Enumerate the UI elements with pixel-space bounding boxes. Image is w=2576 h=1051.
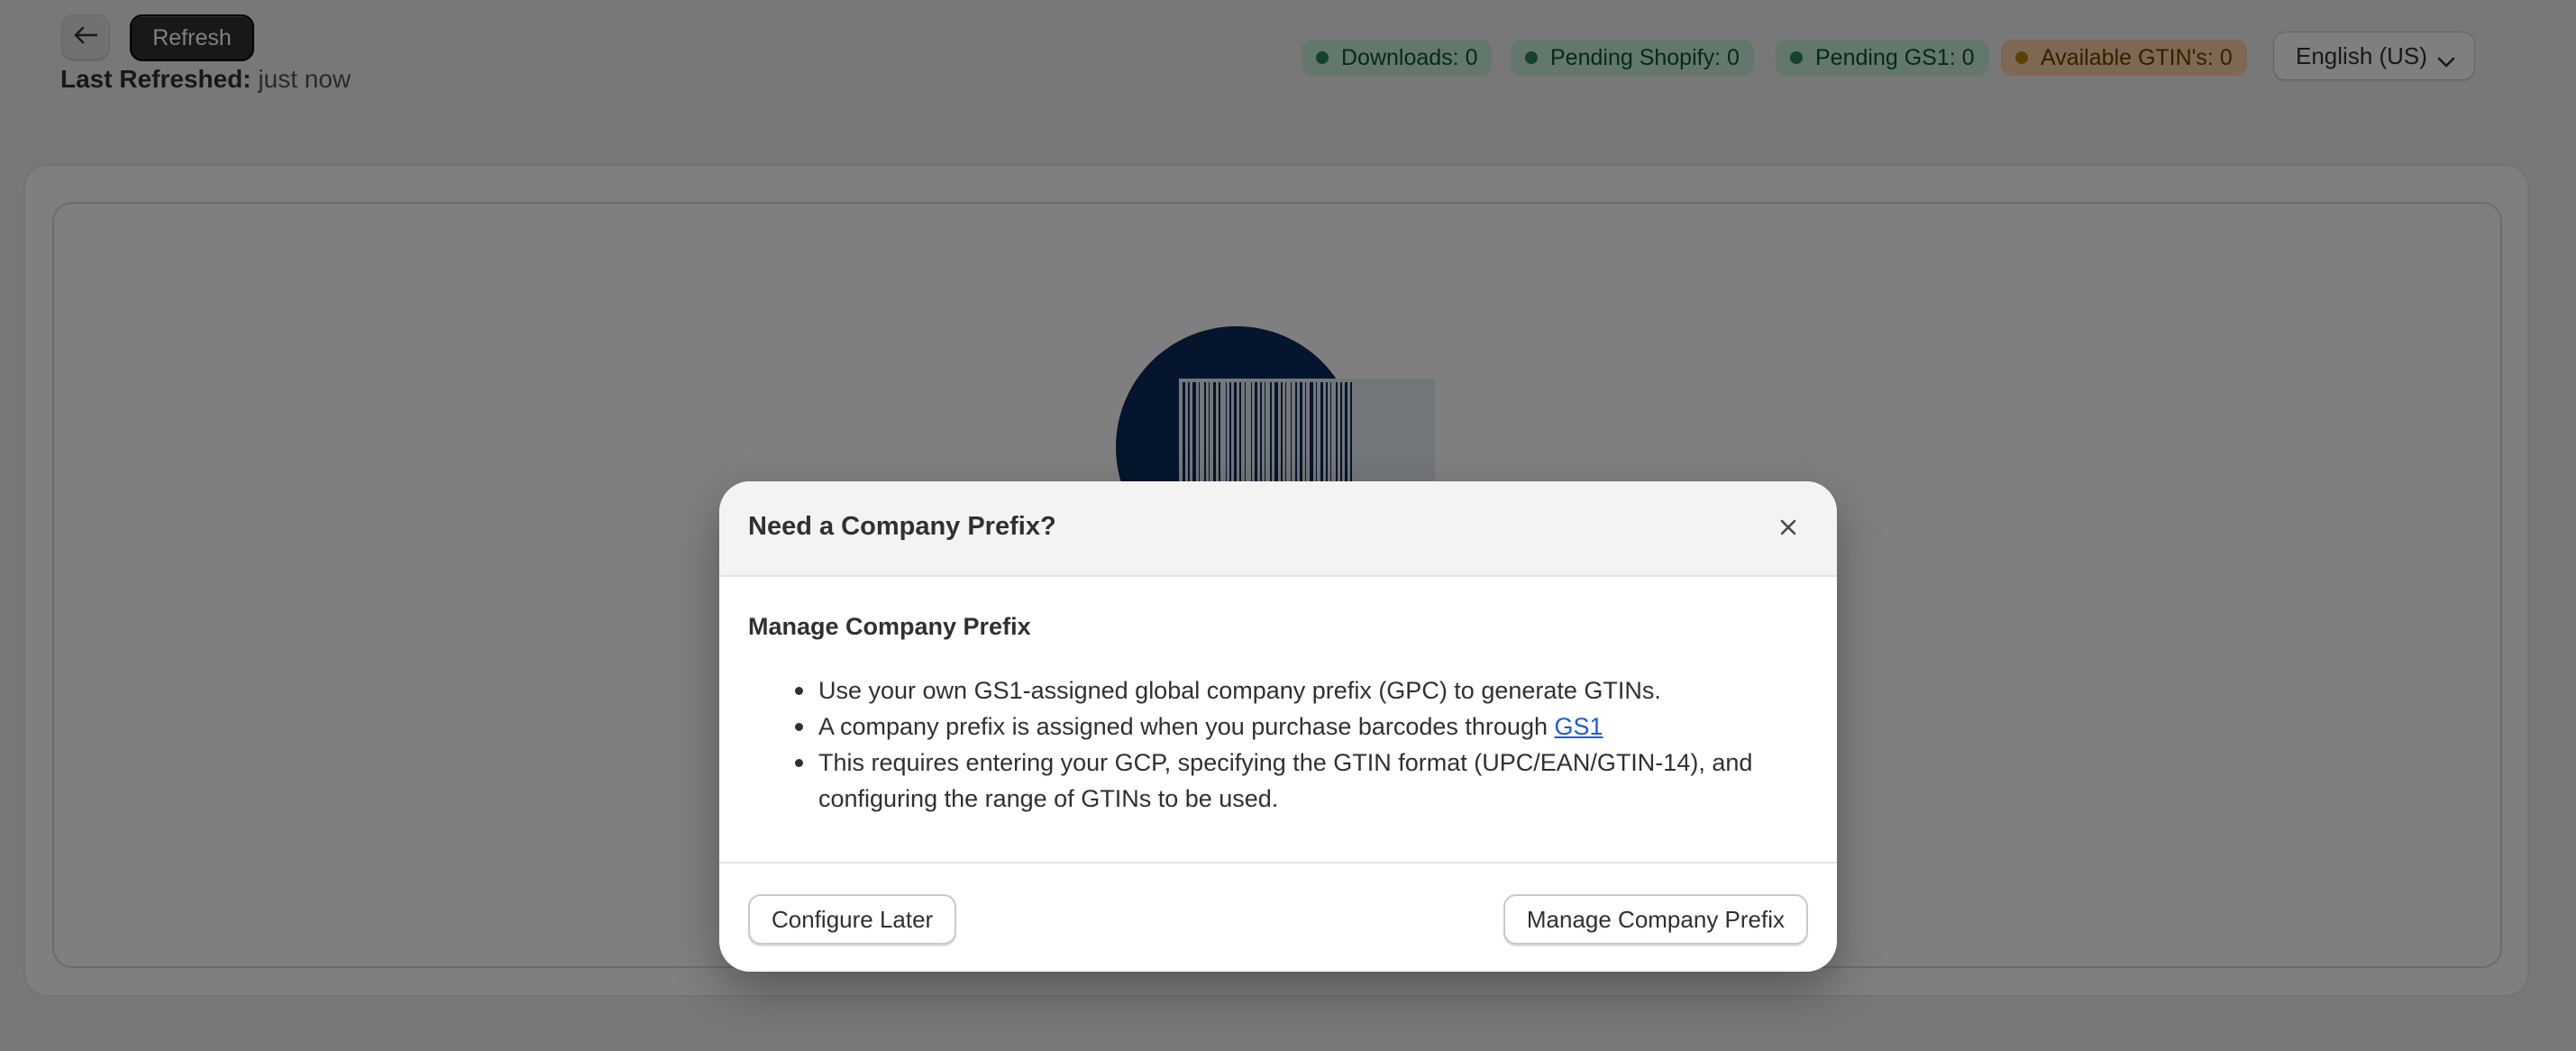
manage-company-prefix-button[interactable]: Manage Company Prefix (1503, 894, 1808, 945)
close-icon (1779, 518, 1797, 541)
list-item: This requires entering your GCP, specify… (791, 745, 1792, 817)
configure-later-button[interactable]: Configure Later (748, 894, 957, 945)
modal-footer: Configure Later Manage Company Prefix (719, 864, 1837, 970)
modal-header: Need a Company Prefix? (719, 481, 1837, 577)
company-prefix-modal: Need a Company Prefix? Manage Company Pr… (719, 481, 1837, 972)
list-item: A company prefix is assigned when you pu… (791, 708, 1792, 745)
list-item-text: Use your own GS1-assigned global company… (818, 677, 1661, 704)
modal-body: Manage Company Prefix Use your own GS1-a… (719, 577, 1837, 864)
list-item-text: A company prefix is assigned when you pu… (818, 713, 1548, 740)
app-page: Refresh Last Refreshed: just now Downloa… (0, 0, 2576, 1051)
modal-title: Need a Company Prefix? (748, 512, 1056, 541)
list-item: Use your own GS1-assigned global company… (791, 672, 1792, 708)
info-list: Use your own GS1-assigned global company… (791, 672, 1792, 817)
list-item-text: This requires entering your GCP, specify… (818, 749, 1753, 812)
modal-subtitle: Manage Company Prefix (748, 613, 1031, 640)
gs1-link[interactable]: GS1 (1555, 713, 1603, 740)
close-button[interactable] (1776, 516, 1801, 542)
